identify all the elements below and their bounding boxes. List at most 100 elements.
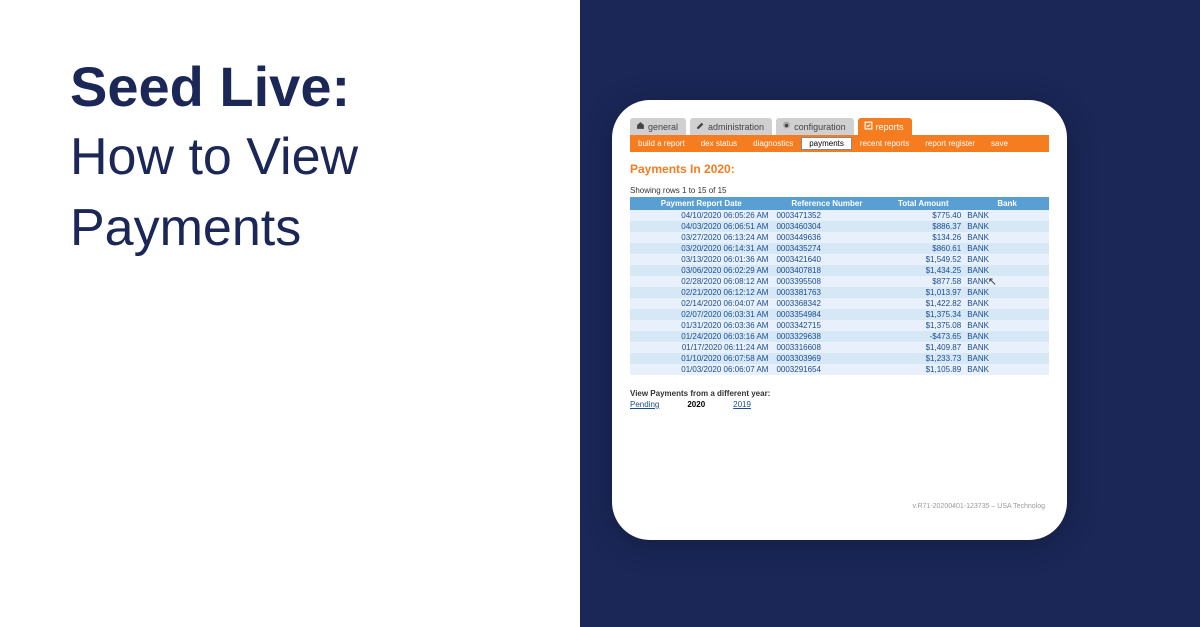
check-icon [864, 121, 873, 132]
hero-subtitle-line1: How to View [70, 125, 358, 190]
table-row[interactable]: 03/06/2020 06:02:29 AM0003407818$1,434.2… [630, 265, 1049, 276]
cell-bank: BANK [965, 342, 1049, 353]
table-row[interactable]: 03/27/2020 06:13:24 AM0003449636$134.26B… [630, 232, 1049, 243]
cell-reference: 0003449636 [772, 232, 881, 243]
tab-configuration[interactable]: configuration [776, 118, 854, 135]
col-header-reference[interactable]: Reference Number [772, 197, 881, 210]
col-header-date[interactable]: Payment Report Date [630, 197, 772, 210]
hero-subtitle-line2: Payments [70, 196, 358, 261]
cell-date: 03/06/2020 06:02:29 AM [630, 265, 772, 276]
cell-date: 02/21/2020 06:12:12 AM [630, 287, 772, 298]
table-row[interactable]: 01/10/2020 06:07:58 AM0003303969$1,233.7… [630, 353, 1049, 364]
cell-amount: $1,409.87 [881, 342, 965, 353]
cell-reference: 0003381763 [772, 287, 881, 298]
cell-reference: 0003471352 [772, 210, 881, 221]
tab-label: general [648, 122, 678, 132]
subnav-report-register[interactable]: report register [917, 137, 983, 150]
cursor-icon: ↖ [988, 275, 997, 288]
cell-amount: $134.26 [881, 232, 965, 243]
cell-reference: 0003435274 [772, 243, 881, 254]
cell-date: 03/27/2020 06:13:24 AM [630, 232, 772, 243]
cell-date: 01/17/2020 06:11:24 AM [630, 342, 772, 353]
subnav-save[interactable]: save [983, 137, 1016, 150]
cell-bank: BANK [965, 243, 1049, 254]
col-header-amount[interactable]: Total Amount [881, 197, 965, 210]
table-row[interactable]: 03/13/2020 06:01:36 AM0003421640$1,549.5… [630, 254, 1049, 265]
tab-reports[interactable]: reports [858, 118, 912, 135]
table-row[interactable]: 01/31/2020 06:03:36 AM0003342715$1,375.0… [630, 320, 1049, 331]
tab-label: administration [708, 122, 764, 132]
cell-bank: BANK [965, 353, 1049, 364]
cell-bank: BANK [965, 276, 1049, 287]
subnav-diagnostics[interactable]: diagnostics [745, 137, 801, 150]
cell-amount: $877.58 [881, 276, 965, 287]
hero-text-block: Seed Live: How to View Payments [70, 55, 358, 261]
cell-bank: BANK [965, 298, 1049, 309]
secondary-nav: build a report dex status diagnostics pa… [630, 135, 1049, 152]
cell-bank: BANK [965, 221, 1049, 232]
tab-label: reports [876, 122, 904, 132]
cell-reference: 0003329638 [772, 331, 881, 342]
hero-title: Seed Live: [70, 55, 358, 119]
cell-reference: 0003460304 [772, 221, 881, 232]
cell-bank: BANK [965, 331, 1049, 342]
tab-general[interactable]: general [630, 118, 686, 135]
cell-reference: 0003303969 [772, 353, 881, 364]
cell-amount: $1,013.97 [881, 287, 965, 298]
cell-bank: BANK [965, 320, 1049, 331]
subnav-dex-status[interactable]: dex status [693, 137, 745, 150]
table-row[interactable]: 02/14/2020 06:04:07 AM0003368342$1,422.8… [630, 298, 1049, 309]
cell-date: 01/24/2020 06:03:16 AM [630, 331, 772, 342]
table-row[interactable]: 02/28/2020 06:08:12 AM0003395508$877.58B… [630, 276, 1049, 287]
app-screenshot: general administration configuration rep… [612, 100, 1067, 540]
cell-amount: $775.40 [881, 210, 965, 221]
home-icon [636, 121, 645, 132]
cell-date: 04/03/2020 06:06:51 AM [630, 221, 772, 232]
tab-administration[interactable]: administration [690, 118, 772, 135]
cell-reference: 0003407818 [772, 265, 881, 276]
cell-date: 01/03/2020 06:06:07 AM [630, 364, 772, 375]
table-row[interactable]: 01/24/2020 06:03:16 AM0003329638-$473.65… [630, 331, 1049, 342]
edit-icon [696, 121, 705, 132]
cell-amount: $1,375.34 [881, 309, 965, 320]
cell-reference: 0003395508 [772, 276, 881, 287]
cell-date: 03/20/2020 06:14:31 AM [630, 243, 772, 254]
gear-icon [782, 121, 791, 132]
cell-amount: $1,434.25 [881, 265, 965, 276]
cell-bank: BANK [965, 309, 1049, 320]
subnav-payments[interactable]: payments [801, 137, 852, 150]
cell-amount: $886.37 [881, 221, 965, 232]
cell-amount: $860.61 [881, 243, 965, 254]
cell-amount: $1,422.82 [881, 298, 965, 309]
cell-reference: 0003368342 [772, 298, 881, 309]
cell-reference: 0003421640 [772, 254, 881, 265]
cell-reference: 0003291654 [772, 364, 881, 375]
cell-date: 04/10/2020 06:05:26 AM [630, 210, 772, 221]
year-switch-label: View Payments from a different year: [630, 389, 1049, 398]
subnav-recent-reports[interactable]: recent reports [852, 137, 917, 150]
primary-tabs: general administration configuration rep… [630, 118, 1049, 135]
table-row[interactable]: 01/17/2020 06:11:24 AM0003316608$1,409.8… [630, 342, 1049, 353]
cell-amount: $1,233.73 [881, 353, 965, 364]
table-row[interactable]: 01/03/2020 06:06:07 AM0003291654$1,105.8… [630, 364, 1049, 375]
year-option[interactable]: 2019 [733, 400, 751, 409]
cell-date: 02/28/2020 06:08:12 AM [630, 276, 772, 287]
table-row[interactable]: 02/21/2020 06:12:12 AM0003381763$1,013.9… [630, 287, 1049, 298]
cell-bank: BANK [965, 210, 1049, 221]
page-title: Payments In 2020: [630, 162, 1049, 176]
table-row[interactable]: 04/10/2020 06:05:26 AM0003471352$775.40B… [630, 210, 1049, 221]
table-row[interactable]: 02/07/2020 06:03:31 AM0003354984$1,375.3… [630, 309, 1049, 320]
cell-amount: $1,549.52 [881, 254, 965, 265]
cell-bank: BANK [965, 254, 1049, 265]
year-option[interactable]: Pending [630, 400, 659, 409]
year-switch-section: View Payments from a different year: Pen… [630, 389, 1049, 409]
table-row[interactable]: 03/20/2020 06:14:31 AM0003435274$860.61B… [630, 243, 1049, 254]
cell-amount: -$473.65 [881, 331, 965, 342]
payments-table: Payment Report Date Reference Number Tot… [630, 197, 1049, 375]
cell-bank: BANK [965, 287, 1049, 298]
col-header-bank[interactable]: Bank [965, 197, 1049, 210]
subnav-build-report[interactable]: build a report [630, 137, 693, 150]
cell-date: 01/31/2020 06:03:36 AM [630, 320, 772, 331]
tab-label: configuration [794, 122, 846, 132]
table-row[interactable]: 04/03/2020 06:06:51 AM0003460304$886.37B… [630, 221, 1049, 232]
